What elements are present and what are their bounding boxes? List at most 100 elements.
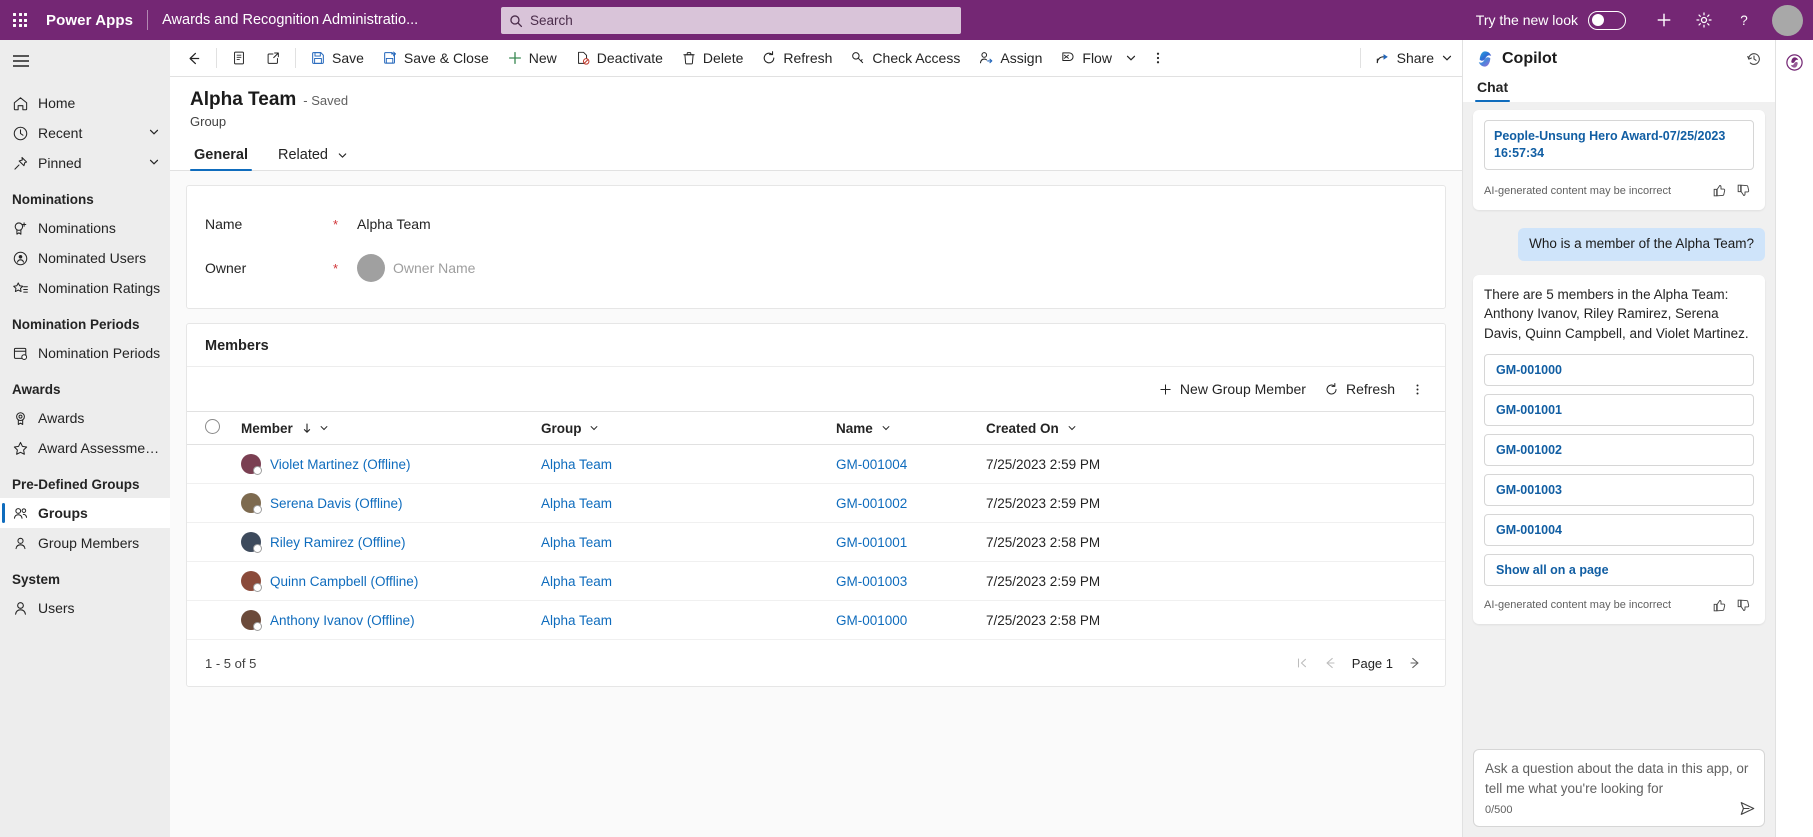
- global-search[interactable]: [501, 7, 961, 34]
- subgrid-refresh-button[interactable]: Refresh: [1315, 374, 1404, 404]
- citation-link[interactable]: People-Unsung Hero Award-07/25/2023 16:5…: [1494, 128, 1744, 162]
- group-link[interactable]: Alpha Team: [541, 535, 612, 550]
- chevron-down-icon[interactable]: [881, 421, 891, 436]
- send-button[interactable]: [1739, 800, 1756, 820]
- previous-page-button[interactable]: [1316, 649, 1344, 677]
- citation-card[interactable]: People-Unsung Hero Award-07/25/2023 16:5…: [1484, 120, 1754, 170]
- thumbs-down-icon[interactable]: [1732, 594, 1754, 616]
- row-select-cell[interactable]: [187, 444, 233, 484]
- save-and-close-button[interactable]: Save & Close: [373, 42, 498, 74]
- refresh-button[interactable]: Refresh: [752, 42, 841, 74]
- owner-lookup-input[interactable]: Owner Name: [385, 260, 475, 276]
- row-select-cell[interactable]: [187, 561, 233, 601]
- settings-button[interactable]: [1684, 0, 1724, 40]
- name-link[interactable]: GM-001001: [836, 535, 907, 550]
- back-button[interactable]: [176, 42, 211, 74]
- product-name[interactable]: Power Apps: [46, 12, 133, 29]
- chevron-down-icon[interactable]: [319, 421, 329, 436]
- help-button[interactable]: ?: [1724, 0, 1764, 40]
- tab-related[interactable]: Related: [274, 143, 352, 170]
- delete-button[interactable]: Delete: [672, 42, 752, 74]
- result-item[interactable]: GM-001001: [1484, 394, 1754, 427]
- table-row[interactable]: Violet Martinez (Offline) Alpha Team GM-…: [187, 444, 1445, 484]
- tab-general[interactable]: General: [190, 143, 252, 171]
- member-link[interactable]: Violet Martinez (Offline): [270, 457, 411, 472]
- sidebar-item-awards[interactable]: Awards: [0, 403, 170, 433]
- sidebar-item-nomination-periods[interactable]: Nomination Periods: [0, 338, 170, 368]
- thumbs-up-icon[interactable]: [1708, 594, 1730, 616]
- flow-button[interactable]: Flow: [1051, 42, 1121, 74]
- sidebar-item-nomination-ratings[interactable]: Nomination Ratings: [0, 273, 170, 303]
- command-overflow-button[interactable]: [1141, 42, 1175, 74]
- sidebar-item-pinned[interactable]: Pinned: [0, 148, 170, 178]
- sidebar-item-award-assessment[interactable]: Award Assessment R...: [0, 433, 170, 463]
- sidebar-item-users[interactable]: Users: [0, 593, 170, 623]
- rail-copilot-button[interactable]: [1779, 46, 1811, 78]
- column-header-member[interactable]: Member: [233, 411, 533, 445]
- flow-chevron-button[interactable]: [1121, 42, 1141, 74]
- app-launcher-button[interactable]: [0, 0, 40, 40]
- next-page-button[interactable]: [1401, 649, 1429, 677]
- chevron-down-icon[interactable]: [589, 421, 599, 436]
- show-all-on-page-button[interactable]: Show all on a page: [1484, 554, 1754, 587]
- group-link[interactable]: Alpha Team: [541, 613, 612, 628]
- chevron-down-icon[interactable]: [148, 155, 160, 171]
- select-all-checkbox[interactable]: [205, 419, 220, 434]
- search-input[interactable]: [530, 13, 953, 28]
- name-link[interactable]: GM-001002: [836, 496, 907, 511]
- sidebar-item-group-members[interactable]: Group Members: [0, 528, 170, 558]
- chevron-down-icon[interactable]: [1067, 421, 1077, 436]
- thumbs-down-icon[interactable]: [1732, 180, 1754, 202]
- group-link[interactable]: Alpha Team: [541, 496, 612, 511]
- row-select-cell[interactable]: [187, 600, 233, 640]
- table-row[interactable]: Quinn Campbell (Offline) Alpha Team GM-0…: [187, 561, 1445, 601]
- group-link[interactable]: Alpha Team: [541, 457, 612, 472]
- new-button[interactable]: New: [498, 42, 566, 74]
- new-group-member-button[interactable]: New Group Member: [1149, 374, 1315, 404]
- column-header-group[interactable]: Group: [533, 411, 828, 445]
- copilot-input-box[interactable]: Ask a question about the data in this ap…: [1473, 749, 1765, 827]
- result-item[interactable]: GM-001003: [1484, 474, 1754, 507]
- sidebar-item-home[interactable]: Home: [0, 88, 170, 118]
- copilot-messages[interactable]: People-Unsung Hero Award-07/25/2023 16:5…: [1463, 102, 1775, 741]
- name-link[interactable]: GM-001003: [836, 574, 907, 589]
- select-all-header[interactable]: [187, 411, 233, 445]
- new-record-button[interactable]: [1644, 0, 1684, 40]
- table-row[interactable]: Riley Ramirez (Offline) Alpha Team GM-00…: [187, 522, 1445, 562]
- sidebar-item-groups[interactable]: Groups: [0, 498, 170, 528]
- sidebar-item-nominated-users[interactable]: Nominated Users: [0, 243, 170, 273]
- member-link[interactable]: Anthony Ivanov (Offline): [270, 613, 415, 628]
- group-link[interactable]: Alpha Team: [541, 574, 612, 589]
- share-button[interactable]: Share: [1366, 42, 1462, 74]
- result-item[interactable]: GM-001002: [1484, 434, 1754, 467]
- member-link[interactable]: Quinn Campbell (Offline): [270, 574, 418, 589]
- column-header-name[interactable]: Name: [828, 411, 978, 445]
- member-link[interactable]: Serena Davis (Offline): [270, 496, 403, 511]
- row-select-cell[interactable]: [187, 522, 233, 562]
- sidebar-item-recent[interactable]: Recent: [0, 118, 170, 148]
- deactivate-button[interactable]: Deactivate: [566, 42, 672, 74]
- result-item[interactable]: GM-001000: [1484, 354, 1754, 387]
- tab-chat[interactable]: Chat: [1475, 77, 1511, 102]
- thumbs-up-icon[interactable]: [1708, 180, 1730, 202]
- check-access-button[interactable]: Check Access: [841, 42, 969, 74]
- chat-history-button[interactable]: [1739, 44, 1769, 74]
- sidebar-item-nominations[interactable]: Nominations: [0, 213, 170, 243]
- member-link[interactable]: Riley Ramirez (Offline): [270, 535, 406, 550]
- chevron-down-icon[interactable]: [148, 125, 160, 141]
- name-link[interactable]: GM-001000: [836, 613, 907, 628]
- table-row[interactable]: Anthony Ivanov (Offline) Alpha Team GM-0…: [187, 600, 1445, 640]
- form-selector-button[interactable]: [222, 42, 256, 74]
- user-avatar[interactable]: [1772, 4, 1803, 36]
- assign-button[interactable]: Assign: [969, 42, 1051, 74]
- name-input[interactable]: Alpha Team: [349, 216, 431, 232]
- first-page-button[interactable]: [1288, 649, 1316, 677]
- popout-button[interactable]: [256, 42, 290, 74]
- nav-collapse-button[interactable]: [0, 40, 170, 82]
- result-item[interactable]: GM-001004: [1484, 514, 1754, 547]
- subgrid-overflow-button[interactable]: [1404, 374, 1431, 404]
- new-look-toggle[interactable]: [1588, 10, 1626, 30]
- column-header-created-on[interactable]: Created On: [978, 411, 1445, 445]
- chevron-down-icon[interactable]: [1441, 52, 1453, 64]
- name-link[interactable]: GM-001004: [836, 457, 907, 472]
